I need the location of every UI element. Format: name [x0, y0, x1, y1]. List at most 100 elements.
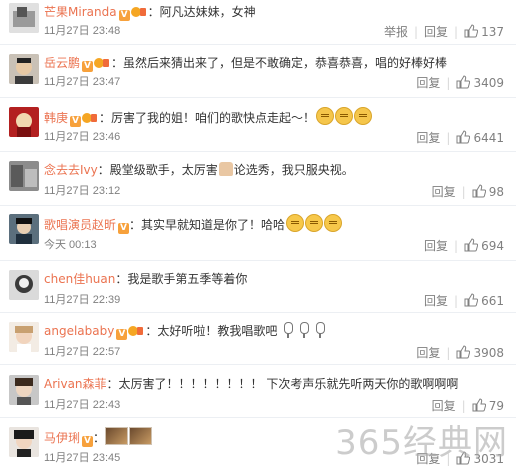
username-link[interactable]: 歌唱演员赵昕: [44, 218, 116, 232]
image-sticker-icon: [129, 427, 153, 445]
like-button[interactable]: 3409: [456, 75, 504, 90]
timestamp: 11月27日 23:12: [44, 185, 121, 197]
thumbs-up-icon: [456, 75, 471, 89]
comment-actions: 回复 | 694: [424, 238, 504, 253]
thumbs-up-icon: [456, 345, 471, 359]
comment-item: 芒果Miranda V ：阿凡达妹妹，女神 11月27日 23:48 举报 | 回复 | 1…: [0, 0, 516, 45]
microphone-icon: [299, 322, 310, 338]
divider: |: [461, 399, 466, 413]
username-link[interactable]: 芒果Miranda: [44, 5, 117, 19]
reply-link[interactable]: 回复: [416, 76, 440, 90]
reply-link[interactable]: 回复: [424, 239, 448, 253]
comment-actions: 回复 | 6441: [416, 130, 504, 145]
comment-text: ：太好听啦！教我唱歌吧: [145, 324, 278, 338]
comment-text-continued: 论选秀，我只服央视。: [233, 163, 354, 177]
verified-badge-icon: V: [116, 329, 128, 340]
comment-text: ：太厉害了！！！！！！！！ 下次考声乐就先听两天你的歌啊啊啊: [106, 377, 459, 391]
laughing-emoji-icon: [324, 214, 343, 232]
divider: |: [446, 76, 451, 90]
comment-text: ：其实早就知道是你了！哈哈: [129, 218, 286, 232]
username-link[interactable]: Arivan森菲: [44, 377, 107, 391]
like-count: 79: [488, 399, 504, 413]
avatar-image: [9, 270, 39, 300]
comment-body: 马伊琍 V：: [44, 427, 506, 447]
verified-badge-icon: V: [82, 61, 94, 72]
like-count: 6441: [473, 131, 504, 145]
comment-body: 歌唱演员赵昕 V ：其实早就知道是你了！哈哈: [44, 214, 506, 234]
comment-text: ：厉害了我的姐！咱们的歌快点走起～！: [99, 111, 316, 125]
medal-icon: [94, 58, 110, 68]
reply-link[interactable]: 回复: [424, 25, 448, 39]
username-link[interactable]: chen佳huan: [44, 272, 115, 286]
reply-link[interactable]: 回复: [432, 399, 456, 413]
avatar[interactable]: [9, 3, 39, 33]
avatar[interactable]: [9, 107, 39, 137]
avatar[interactable]: [9, 270, 39, 300]
like-count: 694: [481, 239, 504, 253]
comment-item: 念去去Ivy：殿堂级歌手，太厉害 论选秀，我只服央视。 11月27日 23:12 …: [0, 157, 516, 206]
timestamp: 11月27日 23:46: [44, 131, 121, 143]
username-link[interactable]: 岳云鹏: [44, 56, 80, 70]
avatar[interactable]: [9, 54, 39, 84]
like-button[interactable]: 3908: [456, 345, 504, 360]
image-sticker-icon: [105, 427, 129, 445]
reply-link[interactable]: 回复: [416, 131, 440, 145]
comment-item: 歌唱演员赵昕 V ：其实早就知道是你了！哈哈 今天 00:13 回复 | 694: [0, 210, 516, 261]
avatar-image: [9, 375, 39, 405]
thumbs-up-icon: [464, 24, 479, 38]
like-count: 3409: [473, 76, 504, 90]
comment-actions: 回复 | 661: [424, 293, 504, 308]
avatar[interactable]: [9, 375, 39, 405]
medal-icon: [128, 326, 144, 336]
like-count: 3031: [473, 452, 504, 466]
comment-text: ：: [93, 431, 106, 445]
timestamp: 11月27日 22:39: [44, 294, 121, 306]
avatar-image: [9, 322, 39, 352]
microphone-icon: [315, 322, 326, 338]
timestamp: 11月27日 23:47: [44, 76, 121, 88]
reply-link[interactable]: 回复: [416, 346, 440, 360]
reply-link[interactable]: 回复: [424, 294, 448, 308]
like-button[interactable]: 6441: [456, 130, 504, 145]
username-link[interactable]: 马伊琍: [44, 431, 80, 445]
username-link[interactable]: 念去去Ivy: [44, 163, 98, 177]
comment-item: Arivan森菲：太厉害了！！！！！！！！ 下次考声乐就先听两天你的歌啊啊啊 1…: [0, 371, 516, 418]
microphone-icon: [283, 322, 294, 338]
avatar[interactable]: [9, 214, 39, 244]
medal-icon: [130, 7, 146, 17]
avatar[interactable]: [9, 322, 39, 352]
like-button[interactable]: 694: [464, 238, 504, 253]
report-link[interactable]: 举报: [384, 25, 408, 39]
reply-link[interactable]: 回复: [416, 452, 440, 466]
avatar-image: [9, 54, 39, 84]
username-link[interactable]: angelababy: [44, 324, 114, 338]
like-count: 137: [481, 25, 504, 39]
divider: |: [454, 294, 459, 308]
verified-badge-icon: V: [70, 116, 82, 127]
comment-body: Arivan森菲：太厉害了！！！！！！！！ 下次考声乐就先听两天你的歌啊啊啊: [44, 375, 506, 393]
divider: |: [413, 25, 419, 39]
comment-text: ：我是歌手第五季等着你: [115, 272, 248, 286]
comment-body: angelababy V ：太好听啦！教我唱歌吧: [44, 322, 506, 340]
divider: |: [446, 346, 451, 360]
like-button[interactable]: 79: [472, 398, 504, 413]
comment-body: 韩庚 V ：厉害了我的姐！咱们的歌快点走起～！: [44, 107, 506, 127]
like-button[interactable]: 661: [464, 293, 504, 308]
divider: |: [454, 239, 459, 253]
like-button[interactable]: 137: [464, 24, 504, 39]
like-count: 3908: [473, 346, 504, 360]
avatar-image: [9, 161, 39, 191]
avatar-image: [9, 427, 39, 457]
comment-actions: 回复 | 79: [432, 398, 504, 413]
username-link[interactable]: 韩庚: [44, 111, 68, 125]
divider: |: [454, 25, 459, 39]
like-button[interactable]: 98: [472, 184, 504, 199]
avatar[interactable]: [9, 161, 39, 191]
reply-link[interactable]: 回复: [432, 185, 456, 199]
comment-text: ：殿堂级歌手，太厉害: [97, 163, 218, 177]
like-button[interactable]: 3031: [456, 451, 504, 466]
divider: |: [461, 185, 466, 199]
avatar[interactable]: [9, 427, 39, 457]
timestamp: 11月27日 22:43: [44, 399, 121, 411]
timestamp: 11月27日 23:45: [44, 452, 121, 464]
